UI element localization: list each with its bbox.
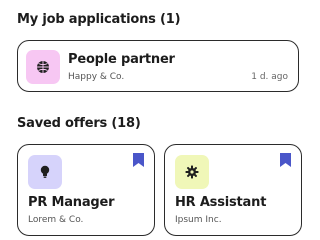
job-application-card[interactable]: People partner Happy & Co. 1 d. ago [17,40,299,92]
offer-company: Ipsum Inc. [175,215,222,225]
saved-offers-section-title: Saved offers (18) [17,116,141,131]
application-company: Happy & Co. [68,72,125,82]
bookmark-icon[interactable] [280,153,291,167]
offer-job-title: PR Manager [28,195,115,210]
saved-offer-card[interactable]: HR Assistant Ipsum Inc. [164,144,302,236]
gear-icon [175,155,209,189]
saved-offer-card[interactable]: PR Manager Lorem & Co. [17,144,155,236]
offer-job-title: HR Assistant [175,195,267,210]
application-time: 1 d. ago [251,72,288,82]
applications-section-title: My job applications (1) [17,12,181,27]
application-job-title: People partner [68,52,175,67]
globe-icon [26,50,60,84]
lightbulb-icon [28,155,62,189]
offer-company: Lorem & Co. [28,215,84,225]
bookmark-icon[interactable] [133,153,144,167]
